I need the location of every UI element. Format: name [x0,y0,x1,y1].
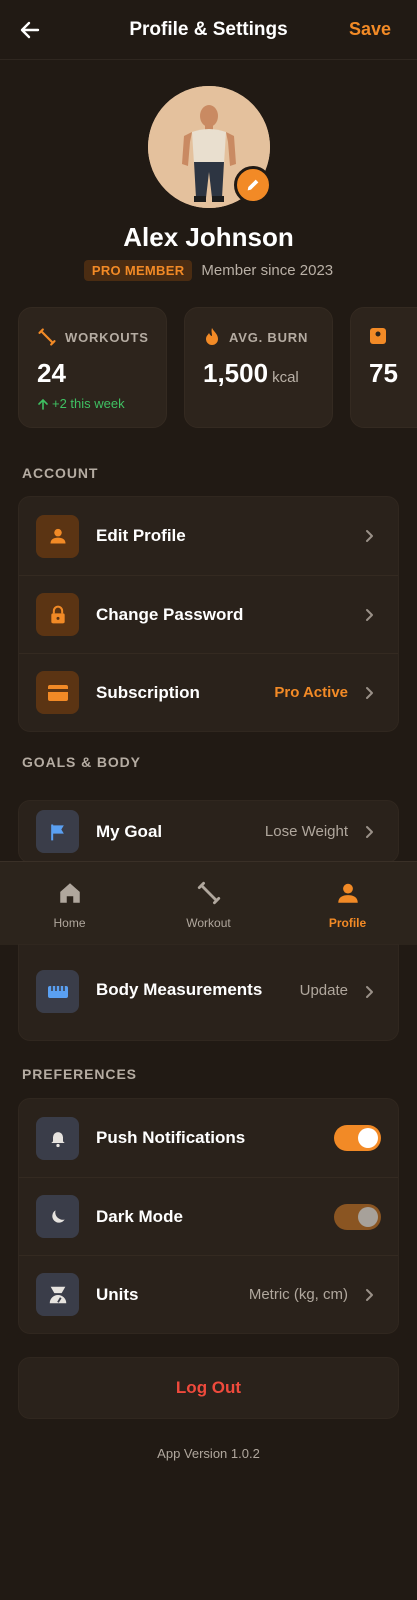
toggle-knob [358,1128,378,1148]
section-title-preferences: PREFERENCES [22,1066,137,1082]
ruler-icon [47,985,68,998]
user-icon [50,528,65,544]
app-version: App Version 1.0.2 [157,1446,260,1461]
stat-label: WORKOUTS [65,329,149,345]
push-notifications-row: Push Notifications [19,1099,398,1177]
tab-label: Workout [186,916,231,930]
stat-unit: kcal [272,369,299,386]
credit-card-icon [47,684,68,701]
profile-name: Alex Johnson [123,222,294,252]
save-button[interactable]: Save [349,19,391,40]
body-measurements-row[interactable]: Body Measurements Update [19,945,398,1040]
log-out-button[interactable]: Log Out [18,1357,399,1419]
top-bar: Profile & Settings Save [0,0,417,60]
chevron-right-icon [366,530,373,542]
row-label: My Goal [96,821,163,841]
subscription-status: Pro Active [274,684,348,701]
stat-value: 75 [369,358,398,388]
units-row[interactable]: Units Metric (kg, cm) [19,1255,398,1333]
pro-member-badge: PRO MEMBER [83,260,193,281]
toggle-knob [358,1206,378,1227]
goals-group-bottom: Body Measurements Update [18,944,399,1041]
stat-label: AVG. BURN [229,329,309,345]
tab-profile[interactable]: Profile [278,862,417,946]
tab-label: Home [53,916,86,930]
scale-icon [370,328,386,344]
dumbbell-icon [197,881,221,905]
account-group: Edit Profile Change Password Subscriptio… [18,496,399,732]
flag-icon [50,824,64,840]
tab-home[interactable]: Home [0,862,139,946]
subscription-row[interactable]: Subscription Pro Active [19,653,398,731]
arrow-left-icon[interactable] [18,18,42,42]
dumbbell-icon [38,328,56,346]
measurements-value: Update [299,982,348,999]
tab-workout[interactable]: Workout [139,862,278,946]
row-label: Subscription [96,682,200,702]
chevron-right-icon [366,825,373,838]
chevron-right-icon [366,608,373,621]
pencil-icon [247,179,259,191]
lock-icon [50,605,65,623]
section-title-goals: GOALS & BODY [22,754,141,770]
icon-box [36,1273,79,1316]
stat-card-weight[interactable]: 75 [350,307,417,428]
stat-card-workouts[interactable]: WORKOUTS 24 +2 this week [18,307,167,428]
stats-carousel[interactable]: WORKOUTS 24 +2 this week AVG. BURN 1,500… [18,307,417,428]
chevron-right-icon [366,686,373,699]
icon-box [36,514,79,558]
member-since: Member since 2023 [201,262,334,279]
chevron-right-icon [366,1288,373,1301]
icon-box [36,1116,79,1160]
stat-card-avg-burn[interactable]: AVG. BURN 1,500 kcal [184,307,333,428]
profile-avatar-container [148,86,272,208]
icon-box [36,671,79,714]
preferences-group: Push Notifications Dark Mode Units Metri… [18,1098,399,1334]
push-notifications-toggle[interactable] [334,1125,381,1151]
goal-value: Lose Weight [264,823,348,840]
edit-profile-row[interactable]: Edit Profile [19,497,398,575]
bell-icon [50,1132,65,1148]
stat-value: 1,500 [203,358,269,388]
dark-mode-row: Dark Mode [19,1177,398,1255]
icon-box [36,1195,79,1238]
section-title-account: ACCOUNT [22,465,99,481]
icon-box [36,593,79,636]
stat-delta: +2 this week [37,396,125,411]
tab-label: Profile [328,916,367,930]
icon-box [36,970,79,1013]
stat-value: 24 [37,358,66,388]
scale-icon [49,1286,66,1303]
row-label: Edit Profile [96,526,186,545]
row-label: Dark Mode [96,1206,183,1226]
moon-icon [51,1209,65,1223]
bottom-tab-bar: Home Workout Profile [0,861,417,945]
row-label: Push Notifications [96,1128,246,1147]
stat-value-row: 1,500 kcal [203,358,299,389]
units-value: Metric (kg, cm) [248,1286,348,1303]
icon-box [36,810,79,853]
stat-delta-text: +2 this week [52,396,125,411]
row-label: Units [96,1284,139,1304]
flame-icon [206,328,218,345]
dark-mode-toggle[interactable] [334,1203,381,1230]
row-label: Change Password [96,604,244,624]
my-goal-row[interactable]: My Goal Lose Weight [19,801,398,862]
arrow-up-icon [38,398,48,410]
change-password-row[interactable]: Change Password [19,575,398,653]
chevron-right-icon [366,986,373,998]
home-icon [60,883,80,903]
page-title: Profile & Settings [129,18,288,40]
goals-group-top: My Goal Lose Weight [18,800,399,863]
row-label: Body Measurements [96,980,263,999]
user-icon [338,883,358,903]
membership-row: PRO MEMBER Member since 2023 [0,260,417,281]
edit-avatar-button[interactable] [234,166,272,204]
